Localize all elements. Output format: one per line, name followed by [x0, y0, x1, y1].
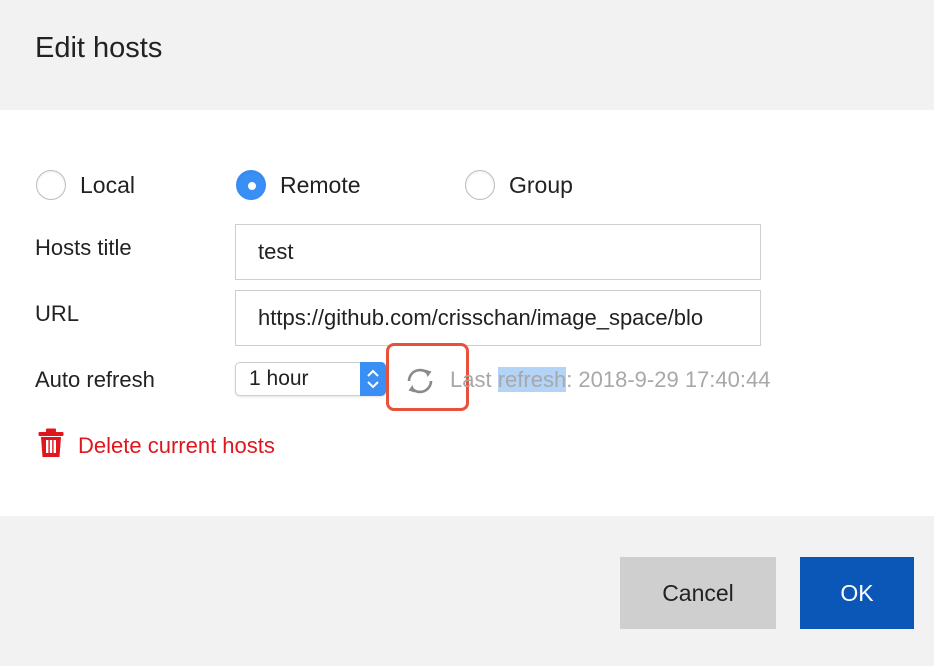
auto-refresh-value: 1 hour — [249, 367, 309, 390]
last-refresh-prefix: Last — [450, 367, 498, 392]
trash-icon — [38, 428, 64, 463]
auto-refresh-select[interactable]: 1 hour — [235, 362, 386, 396]
hosts-title-input[interactable] — [235, 224, 761, 280]
dialog-header: Edit hosts — [0, 0, 934, 110]
radio-remote-circle[interactable] — [236, 170, 266, 200]
last-refresh-text: Last refresh: 2018-9-29 17:40:44 — [450, 367, 770, 393]
radio-group[interactable]: Group — [465, 170, 573, 200]
radio-local-circle[interactable] — [36, 170, 66, 200]
url-label: URL — [35, 301, 80, 326]
delete-hosts-label: Delete current hosts — [78, 432, 275, 458]
radio-group-label: Group — [509, 171, 573, 198]
radio-group-circle[interactable] — [465, 170, 495, 200]
last-refresh-timestamp: : 2018-9-29 17:40:44 — [566, 367, 771, 392]
radio-remote-label: Remote — [280, 171, 361, 198]
radio-remote[interactable]: Remote — [236, 170, 361, 200]
dialog-footer: Cancel OK — [0, 516, 934, 666]
ok-button[interactable]: OK — [800, 557, 914, 629]
delete-hosts-link[interactable]: Delete current hosts — [38, 428, 275, 463]
chevron-updown-icon[interactable] — [360, 362, 386, 396]
radio-local-label: Local — [80, 171, 135, 198]
cancel-button[interactable]: Cancel — [620, 557, 776, 629]
url-input[interactable] — [235, 290, 761, 346]
auto-refresh-label: Auto refresh — [35, 367, 155, 392]
radio-local[interactable]: Local — [36, 170, 135, 200]
last-refresh-selected: refresh — [497, 367, 567, 392]
hosts-title-label: Hosts title — [35, 235, 132, 260]
dialog-title: Edit hosts — [35, 32, 163, 64]
